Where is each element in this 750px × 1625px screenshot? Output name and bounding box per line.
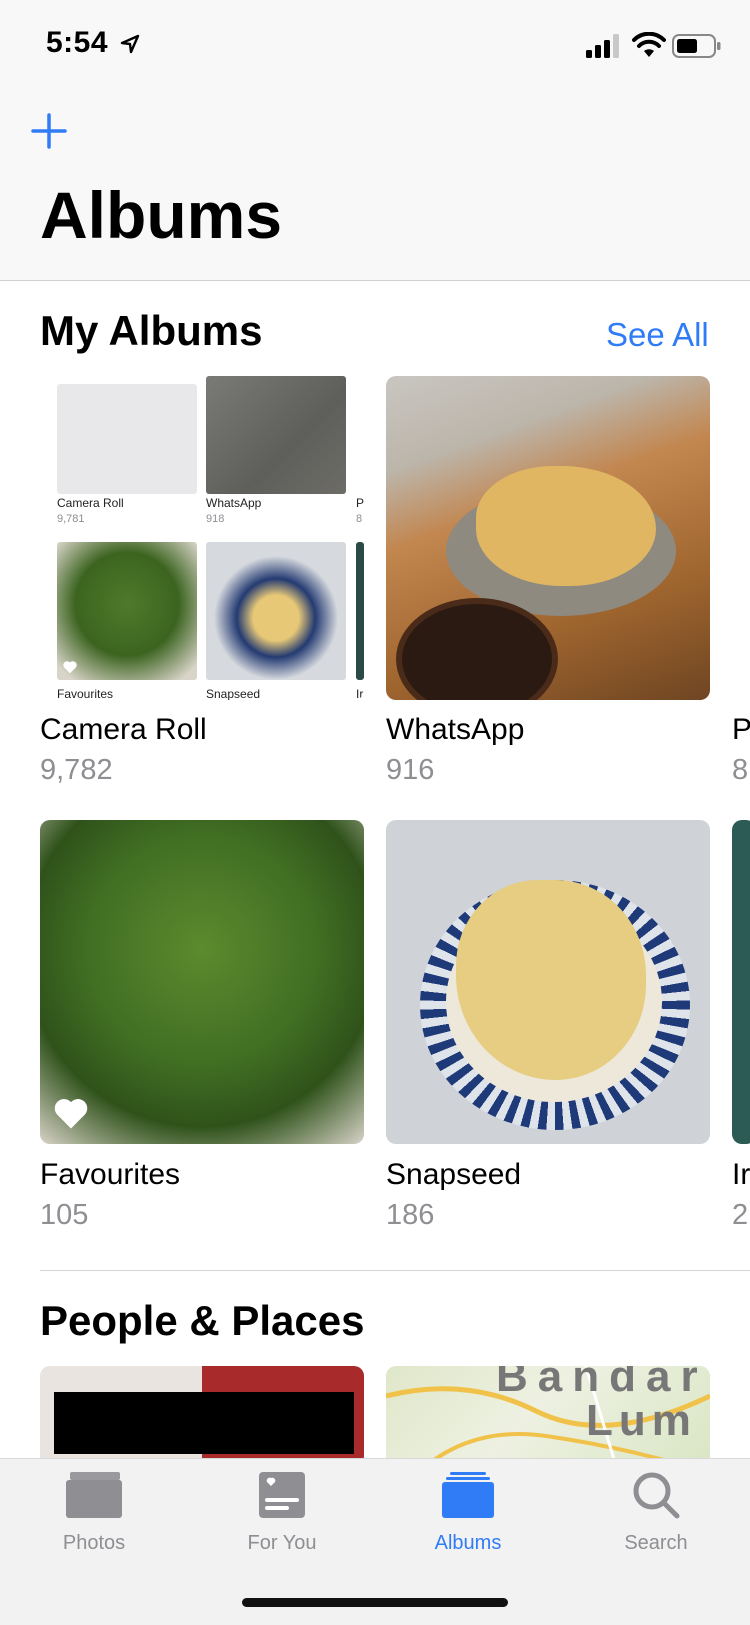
tab-for-you[interactable]: For You <box>202 1458 362 1588</box>
section-divider <box>40 1270 750 1271</box>
add-album-button[interactable] <box>30 112 68 150</box>
preview-label: P <box>356 496 364 510</box>
tab-photos[interactable]: Photos <box>14 1458 174 1588</box>
next-preview-thumb <box>356 376 364 494</box>
heart-icon <box>54 1099 88 1129</box>
location-arrow-icon <box>120 34 140 54</box>
heart-icon <box>63 661 77 674</box>
album-tile-camera-roll[interactable]: Camera Roll 9,781 WhatsApp 918 P 8 Favou… <box>40 376 364 700</box>
map-label: Lum <box>586 1396 697 1445</box>
album-name: WhatsApp <box>386 713 525 746</box>
tab-label: Albums <box>434 1532 502 1554</box>
camera-roll-preview-thumb <box>57 384 197 494</box>
album-tile-snapseed[interactable] <box>386 820 710 1144</box>
album-count: 105 <box>40 1199 89 1231</box>
wifi-icon <box>632 32 666 57</box>
preview-label: Ir <box>356 687 364 700</box>
whatsapp-preview-thumb <box>206 376 346 494</box>
preview-label: Camera Roll <box>57 496 124 510</box>
favourites-preview-thumb <box>57 542 197 680</box>
photos-icon <box>66 1472 122 1518</box>
tab-search[interactable]: Search <box>576 1458 736 1588</box>
preview-count: 8 <box>356 513 363 525</box>
album-count: 916 <box>386 754 435 786</box>
redaction-block <box>54 1392 354 1454</box>
page-title: Albums <box>40 178 283 252</box>
people-tile[interactable] <box>40 1366 364 1466</box>
albums-icon <box>442 1472 494 1518</box>
see-all-button[interactable]: See All <box>606 316 709 354</box>
preview-label: WhatsApp <box>206 496 262 510</box>
album-count: 186 <box>386 1199 435 1231</box>
snapseed-preview-thumb <box>206 542 346 680</box>
album-name: Ir <box>732 1158 750 1191</box>
next-preview-thumb <box>356 542 364 680</box>
cellular-signal-icon <box>586 34 619 58</box>
battery-icon <box>672 34 721 58</box>
album-tile-partial[interactable] <box>732 820 750 1144</box>
people-places-heading: People & Places <box>40 1297 365 1344</box>
preview-label: Snapseed <box>206 687 261 700</box>
search-icon <box>633 1472 680 1519</box>
tab-label: Photos <box>62 1532 126 1554</box>
album-count: 9,782 <box>40 754 113 786</box>
status-time: 5:54 <box>46 26 109 59</box>
preview-label: Favourites <box>57 687 114 700</box>
for-you-icon <box>259 1472 305 1518</box>
album-name: Snapseed <box>386 1158 522 1191</box>
album-tile-favourites[interactable] <box>40 820 364 1144</box>
tab-albums[interactable]: Albums <box>388 1458 548 1588</box>
tab-label: For You <box>247 1532 317 1554</box>
album-tile-whatsapp[interactable] <box>386 376 710 700</box>
my-albums-heading: My Albums <box>40 307 263 354</box>
album-name: Camera Roll <box>40 713 207 746</box>
preview-count: 918 <box>206 513 225 525</box>
preview-count: 9,781 <box>57 513 85 525</box>
album-count: 8 <box>732 754 749 786</box>
places-map-tile[interactable]: Bandar Lum <box>386 1366 710 1466</box>
album-count: 2 <box>732 1199 749 1231</box>
album-name: P <box>732 713 750 746</box>
album-name: Favourites <box>40 1158 181 1191</box>
home-indicator[interactable] <box>242 1598 508 1607</box>
tab-label: Search <box>624 1532 688 1554</box>
